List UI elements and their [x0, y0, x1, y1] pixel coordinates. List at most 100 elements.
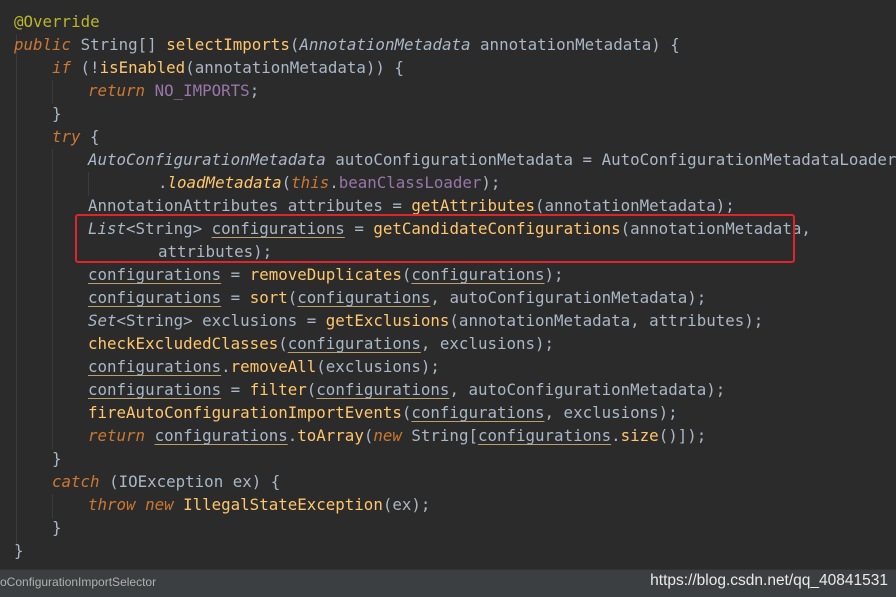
- code-token: removeDuplicates: [249, 265, 402, 284]
- code-token: (ex);: [382, 495, 431, 514]
- code-line[interactable]: }: [14, 539, 24, 562]
- code-token: catch: [52, 472, 110, 491]
- code-token: sort: [249, 288, 288, 307]
- code-line[interactable]: configurations = removeDuplicates(config…: [88, 263, 564, 286]
- code-token: @Override: [14, 12, 100, 31]
- code-token: (annotationMetadata)) {: [185, 58, 404, 77]
- code-token: .: [221, 357, 231, 376]
- indent-guide: [52, 80, 53, 104]
- code-line[interactable]: }: [52, 102, 62, 125]
- code-token: annotationMetadata) {: [480, 35, 680, 54]
- code-token: (: [401, 403, 412, 422]
- code-line[interactable]: return configurations.toArray(new String…: [88, 424, 706, 447]
- code-line[interactable]: }: [52, 516, 62, 539]
- code-line[interactable]: Set<String> exclusions = getExclusions(a…: [88, 309, 763, 332]
- code-token: , autoConfigurationMetadata);: [430, 288, 707, 307]
- code-line[interactable]: }: [52, 447, 62, 470]
- code-token: configurations: [88, 265, 222, 284]
- code-token: toArray: [297, 426, 364, 445]
- code-token: (: [363, 426, 374, 445]
- code-token: (annotationMetadata, attributes);: [449, 311, 764, 330]
- code-token: AutoConfigurationMetadata: [88, 150, 336, 169]
- indent-guide: [88, 172, 89, 196]
- indent-guide: [16, 34, 17, 550]
- code-token: .: [611, 426, 621, 445]
- code-token: );: [481, 173, 501, 192]
- code-token: AnnotationAttributes attributes =: [88, 196, 412, 215]
- code-token: filter: [249, 380, 307, 399]
- code-token: configurations: [287, 334, 421, 353]
- code-token: =: [221, 265, 250, 284]
- code-line[interactable]: if (!isEnabled(annotationMetadata)) {: [52, 56, 404, 79]
- code-token: NO_IMPORTS: [154, 81, 250, 100]
- code-line[interactable]: throw new IllegalStateException(ex);: [88, 493, 430, 516]
- code-token: (annotationMetadata);: [535, 196, 735, 215]
- code-token: (: [289, 35, 300, 54]
- code-token: .: [329, 173, 339, 192]
- code-token: configurations: [316, 380, 450, 399]
- code-token: configurations: [154, 426, 288, 445]
- code-token: , exclusions);: [544, 403, 678, 422]
- code-token: =: [221, 380, 250, 399]
- code-token: ;: [249, 81, 260, 100]
- code-token: configurations: [88, 380, 222, 399]
- code-token: (: [287, 288, 298, 307]
- code-token: getAttributes: [411, 196, 535, 215]
- code-token: return: [88, 81, 155, 100]
- code-token: getExclusions: [325, 311, 450, 330]
- code-token: checkExcludedClasses: [88, 334, 279, 353]
- code-line[interactable]: configurations.removeAll(exclusions);: [88, 355, 440, 378]
- code-token: );: [544, 265, 564, 284]
- code-token: (exclusions);: [316, 357, 440, 376]
- code-token: String[]: [80, 35, 167, 54]
- breadcrumb[interactable]: oConfigurationImportSelector: [0, 575, 156, 589]
- code-token: (: [281, 173, 292, 192]
- code-token: ()]);: [658, 426, 707, 445]
- code-token: selectImports: [166, 35, 290, 54]
- code-token: IllegalStateException: [183, 495, 383, 514]
- code-token: size: [620, 426, 659, 445]
- code-token: configurations: [477, 426, 612, 445]
- indent-guide: [52, 494, 53, 518]
- code-line[interactable]: @Override: [14, 10, 100, 33]
- code-line[interactable]: fireAutoConfigurationImportEvents(config…: [88, 401, 678, 424]
- code-token: , autoConfigurationMetadata);: [449, 380, 726, 399]
- code-token: autoConfigurationMetadata = AutoConfigur…: [335, 150, 896, 169]
- code-token: =: [221, 288, 250, 307]
- code-token: isEnabled: [99, 58, 186, 77]
- code-token: beanClassLoader: [338, 173, 482, 192]
- code-token: (: [278, 334, 288, 353]
- code-token: <String> exclusions =: [116, 311, 326, 330]
- code-line[interactable]: public String[] selectImports(Annotation…: [14, 33, 680, 56]
- code-line[interactable]: catch (IOException ex) {: [52, 470, 280, 493]
- code-token: .: [287, 426, 298, 445]
- code-line[interactable]: try {: [52, 125, 100, 148]
- code-line[interactable]: return NO_IMPORTS;: [88, 79, 259, 102]
- code-token: fireAutoConfigurationImportEvents: [88, 403, 402, 422]
- code-line[interactable]: configurations = sort(configurations, au…: [88, 286, 706, 309]
- code-token: removeAll: [230, 357, 317, 376]
- code-token: }: [52, 104, 62, 123]
- breadcrumb-bar: oConfigurationImportSelector https://blo…: [0, 569, 896, 597]
- highlight-annotation-box: [75, 214, 795, 263]
- code-token: .: [158, 173, 168, 192]
- code-token: throw new: [88, 495, 184, 514]
- code-token: return: [88, 426, 155, 445]
- code-line[interactable]: AutoConfigurationMetadata autoConfigurat…: [88, 148, 896, 171]
- code-line[interactable]: configurations = filter(configurations, …: [88, 378, 725, 401]
- code-token: String[: [411, 426, 478, 445]
- code-token: if: [52, 58, 81, 77]
- code-line[interactable]: .loadMetadata(this.beanClassLoader);: [158, 171, 500, 194]
- code-token: }: [52, 518, 62, 537]
- code-token: (!: [80, 58, 100, 77]
- code-line[interactable]: checkExcludedClasses(configurations, exc…: [88, 332, 554, 355]
- code-token: try: [52, 127, 91, 146]
- watermark-text: https://blog.csdn.net/qq_40841531: [650, 572, 888, 589]
- code-token: loadMetadata: [167, 173, 282, 192]
- code-token: public: [14, 35, 81, 54]
- code-token: (IOException ex) {: [109, 472, 281, 491]
- code-token: }: [14, 541, 24, 560]
- code-editor[interactable]: @Override public String[] selectImports(A…: [0, 0, 896, 569]
- code-token: this: [291, 173, 330, 192]
- code-token: Set: [88, 311, 117, 330]
